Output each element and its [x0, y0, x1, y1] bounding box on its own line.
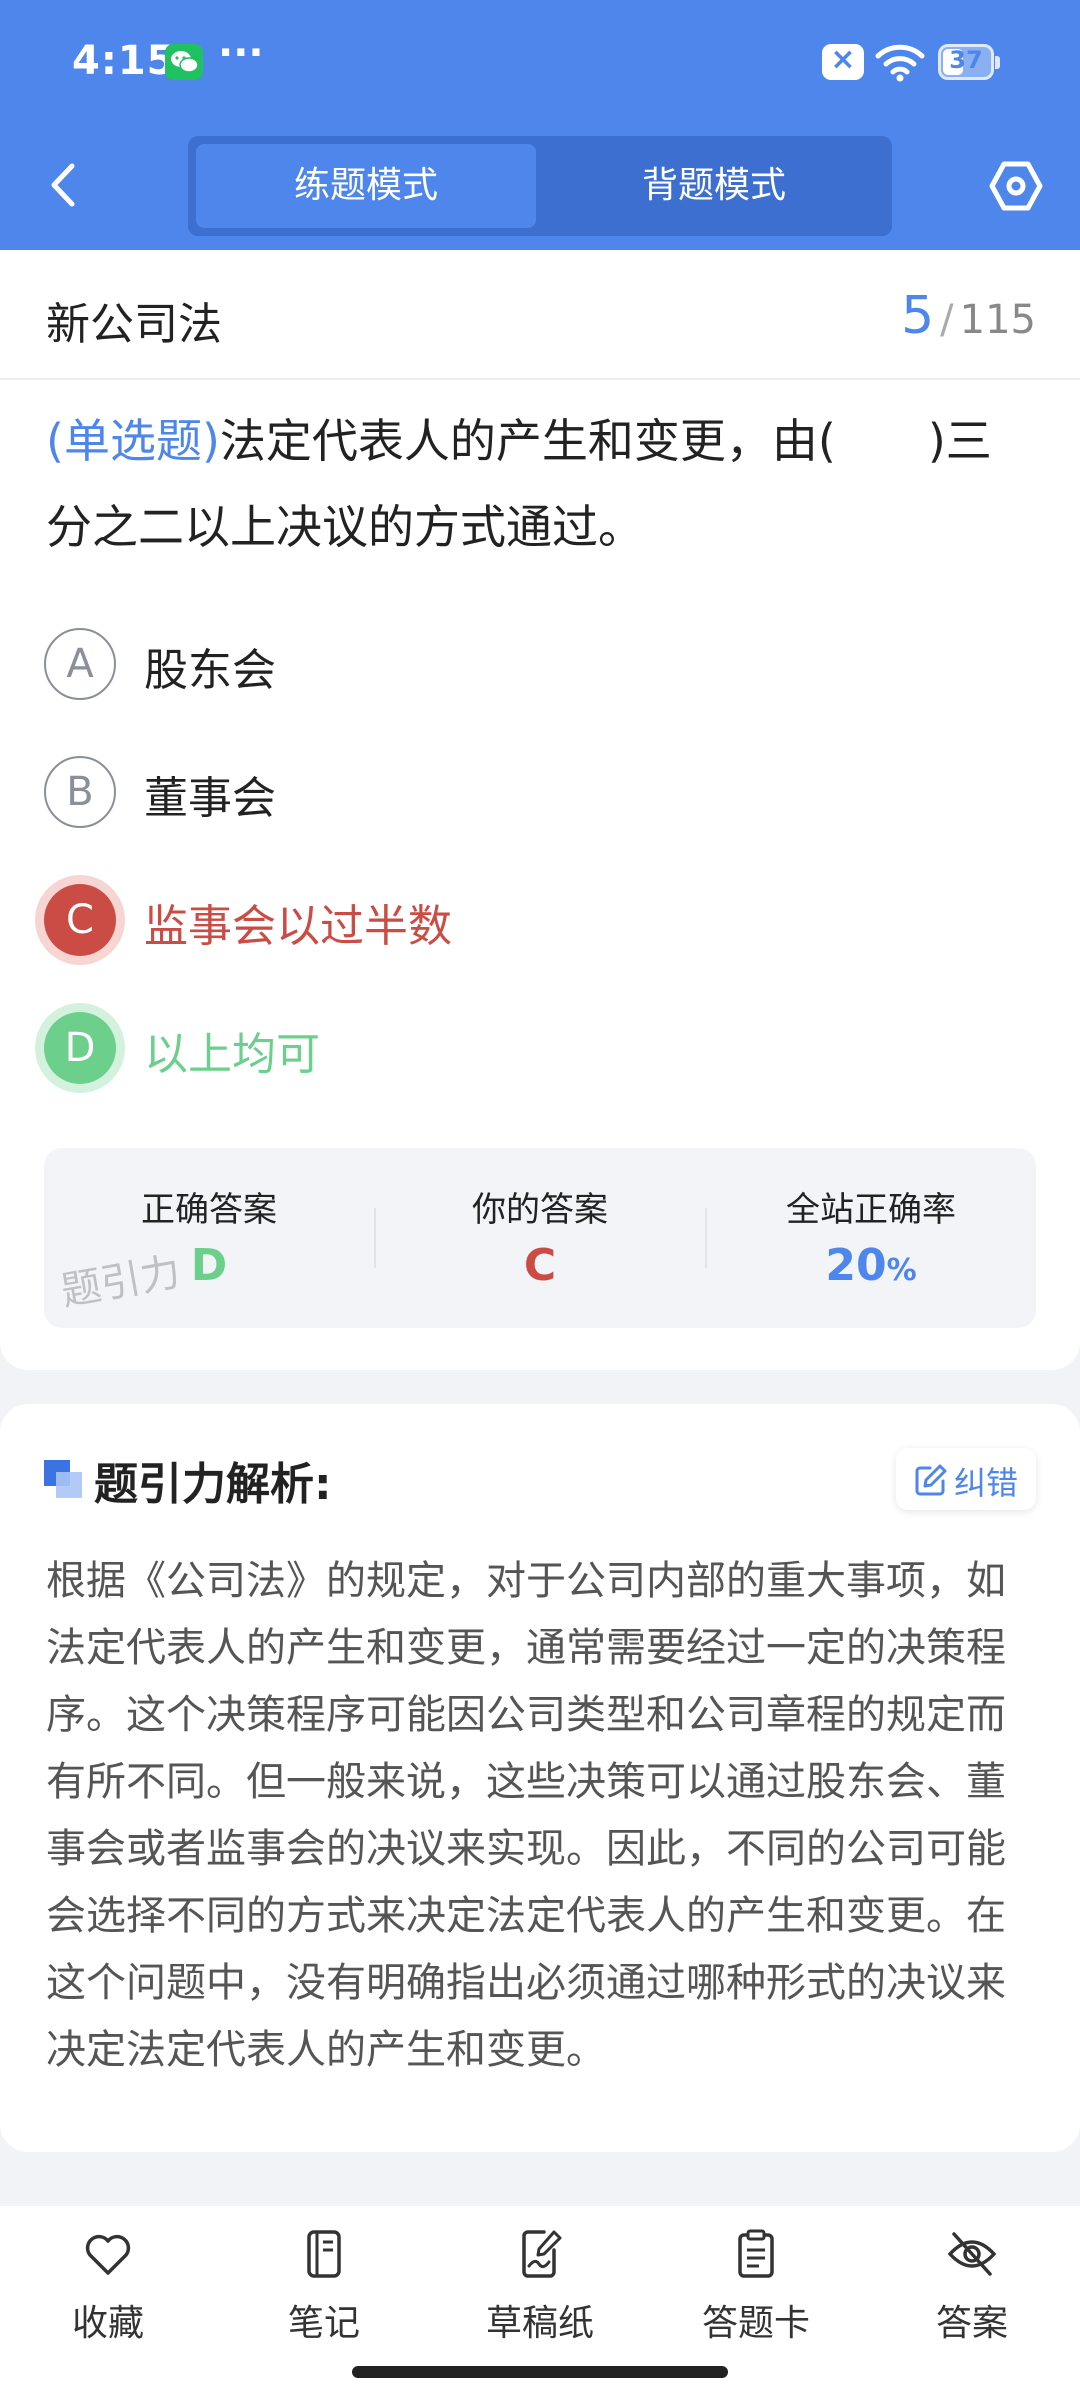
nav-label: 答案: [935, 2303, 1008, 2344]
nav-draft-paper[interactable]: 草稿纸: [440, 2228, 640, 2358]
option-c[interactable]: C 监事会以过半数: [44, 884, 1034, 964]
question-type: (单选题): [46, 414, 220, 468]
home-indicator[interactable]: [352, 2366, 728, 2378]
nav-answer-card[interactable]: 答题卡: [656, 2228, 856, 2358]
wifi-icon: [875, 44, 925, 82]
correct-answer-label: 正确答案: [141, 1190, 277, 1230]
nav-label: 笔记: [287, 2303, 360, 2344]
subject-title: 新公司法: [46, 299, 222, 350]
eye-off-icon: [947, 2232, 997, 2276]
battery-icon: 37: [938, 44, 1000, 80]
total-question-count: 115: [959, 297, 1036, 343]
accuracy-label: 全站正确率: [786, 1190, 956, 1230]
your-answer-column: 你的答案 C: [375, 1148, 705, 1328]
tab-memorize-mode[interactable]: 背题模式: [544, 144, 884, 228]
option-text: 董事会: [144, 773, 276, 824]
nav-label: 收藏: [71, 2303, 144, 2344]
back-arrow-icon[interactable]: [44, 160, 84, 210]
option-b[interactable]: B 董事会: [44, 756, 1034, 836]
analysis-text: 根据《公司法》的规定，对于公司内部的重大事项，如法定代表人的产生和变更，通常需要…: [46, 1558, 1006, 2073]
option-d[interactable]: D 以上均可: [44, 1012, 1034, 1092]
notebook-icon: [307, 2230, 341, 2278]
option-a[interactable]: A 股东会: [44, 628, 1034, 708]
draft-paper-icon: [522, 2230, 562, 2278]
option-text: 以上均可: [144, 1029, 320, 1080]
accuracy-number: 20: [825, 1240, 887, 1291]
question-stem: (单选题)法定代表人的产生和变更，由( )三分之二以上决议的方式通过。: [46, 398, 1036, 570]
option-letter: C: [44, 884, 116, 956]
nav-notes[interactable]: 笔记: [224, 2228, 424, 2358]
current-question-number: 5: [901, 286, 935, 346]
sim-disabled-icon: ×: [822, 42, 864, 80]
your-answer-label: 你的答案: [472, 1190, 608, 1230]
analysis-squares-icon: [44, 1460, 84, 1500]
option-letter: D: [44, 1012, 116, 1084]
option-text: 监事会以过半数: [144, 901, 452, 952]
mode-switch: 练题模式 背题模式: [188, 136, 892, 236]
battery-level-text: 37: [949, 46, 983, 74]
wechat-icon: [165, 44, 203, 80]
answer-card-icon: [738, 2229, 774, 2278]
question-card: 新公司法 5/115 (单选题)法定代表人的产生和变更，由( )三分之二以上决议…: [0, 250, 1080, 1370]
answer-summary-panel: 正确答案 D 你的答案 C 全站正确率 20% 题引力: [44, 1148, 1036, 1328]
accuracy-column: 全站正确率 20%: [706, 1148, 1036, 1328]
report-error-button[interactable]: 纠错: [896, 1448, 1036, 1510]
option-text: 股东会: [144, 645, 276, 696]
your-answer-value: C: [523, 1240, 557, 1291]
accuracy-unit: %: [886, 1253, 917, 1288]
option-letter: B: [44, 756, 116, 828]
settings-hexagon-icon[interactable]: [988, 158, 1044, 214]
nav-label: 答题卡: [701, 2303, 810, 2344]
nav-show-answer[interactable]: 答案: [872, 2228, 1072, 2358]
nav-label: 草稿纸: [485, 2303, 594, 2344]
option-letter: A: [44, 628, 116, 700]
edit-icon: [915, 1464, 947, 1496]
tab-practice-mode[interactable]: 练题模式: [196, 144, 536, 228]
question-progress[interactable]: 5/115: [901, 286, 1036, 346]
nav-favorite[interactable]: 收藏: [8, 2228, 208, 2358]
status-time: 4:15: [72, 38, 176, 84]
heart-icon: [85, 2234, 131, 2275]
report-error-label: 纠错: [954, 1464, 1019, 1502]
accuracy-value: 20%: [706, 1240, 1036, 1291]
analysis-card: 题引力解析: 纠错 根据《公司法》的规定，对于公司内部的重大事项，如法定代表人的…: [0, 1404, 1080, 2152]
status-more-dots: ···: [218, 30, 264, 76]
analysis-title: 题引力解析:: [94, 1459, 332, 1510]
question-header: 新公司法 5/115: [0, 250, 1080, 380]
progress-separator: /: [940, 297, 954, 343]
top-bar: 4:15 ··· × 37 练题模式 背题模式: [0, 0, 1080, 250]
